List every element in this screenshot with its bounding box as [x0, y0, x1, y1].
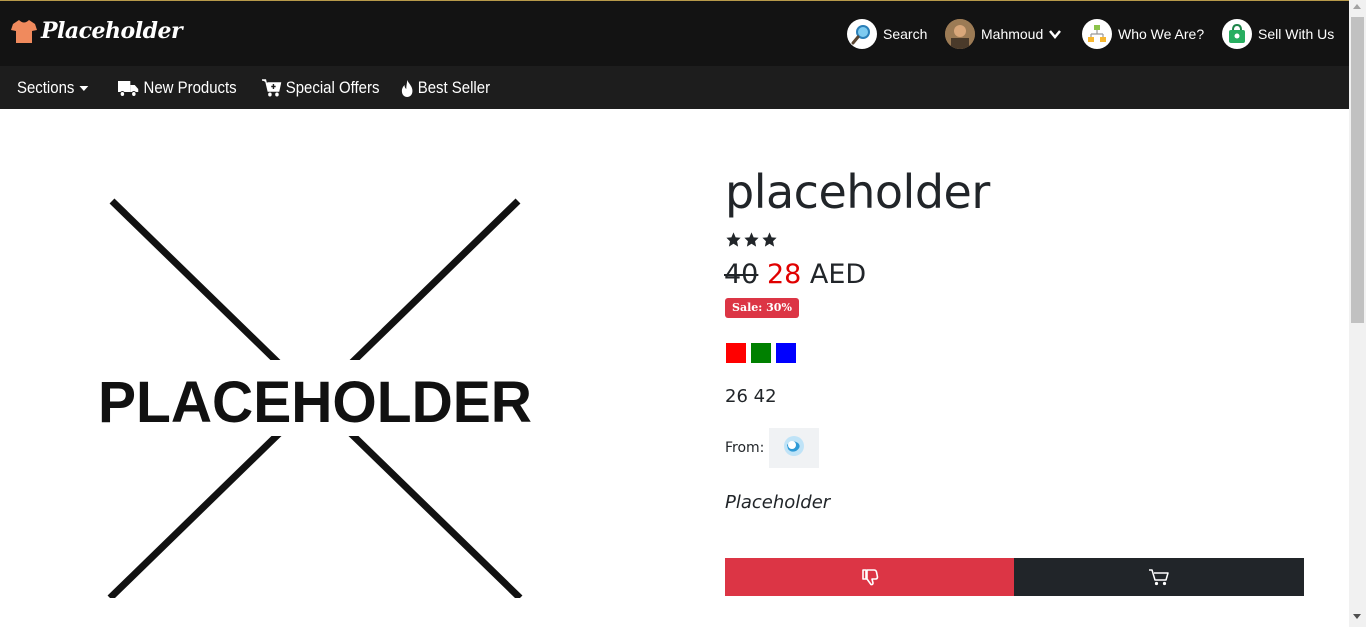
price: 40 28 AED [724, 259, 866, 290]
scroll-down-arrow-icon[interactable] [1353, 614, 1361, 619]
search-label: Search [883, 26, 928, 42]
sell-with-us-label: Sell With Us [1258, 26, 1335, 42]
vendor-info: From: [725, 428, 820, 468]
dislike-button[interactable] [725, 558, 1014, 596]
search-icon [847, 19, 877, 49]
star-icon [762, 232, 777, 247]
vertical-scrollbar[interactable] [1349, 0, 1366, 627]
search-link[interactable]: Search [847, 18, 927, 50]
who-we-are-link[interactable]: Who We Are? [1082, 18, 1204, 50]
brand-name: Placeholder [41, 18, 183, 44]
caret-down-icon [79, 85, 89, 91]
sale-price: 28 [766, 259, 802, 290]
who-we-are-label: Who We Are? [1118, 26, 1205, 42]
vendor-logo[interactable] [769, 428, 820, 468]
scroll-thumb[interactable] [1351, 17, 1364, 323]
nav-sections-label: Sections [17, 77, 75, 97]
size-options: 26 42 [725, 386, 777, 407]
from-label: From: [725, 440, 765, 456]
nav-new-products[interactable]: New Products [118, 66, 237, 109]
old-price: 40 [724, 259, 759, 290]
nav-best-seller-label: Best Seller [417, 77, 491, 97]
fire-icon [401, 79, 413, 97]
product-title: placeholder [725, 165, 990, 219]
star-icon [726, 232, 741, 247]
product-image-text: PLACEHOLDER [98, 370, 532, 435]
thumbs-down-icon [861, 569, 878, 586]
shirt-icon [11, 20, 37, 43]
nav-special-offers[interactable]: Special Offers [262, 66, 379, 109]
color-swatch-red[interactable] [726, 343, 746, 363]
sell-with-us-link[interactable]: Sell With Us [1222, 18, 1334, 50]
truck-icon [118, 80, 139, 97]
add-to-cart-button[interactable] [1014, 558, 1304, 596]
scroll-up-arrow-icon[interactable] [1353, 4, 1361, 9]
brand-logo[interactable]: Placeholder [10, 17, 183, 45]
shopping-bag-icon [1222, 19, 1252, 49]
user-menu[interactable]: Mahmoud [945, 18, 1062, 50]
chevron-down-icon [1049, 30, 1062, 39]
org-chart-icon [1082, 19, 1112, 49]
avatar [945, 19, 975, 49]
rating-stars [725, 231, 778, 248]
nav-sections[interactable]: Sections [17, 66, 89, 109]
user-name: Mahmoud [981, 26, 1044, 42]
product-image: PLACEHOLDER [90, 198, 540, 598]
top-header: Placeholder Search Mahmoud Who We Are? S… [0, 0, 1349, 66]
nav-best-seller[interactable]: Best Seller [401, 66, 490, 109]
product-description: Placeholder [725, 492, 831, 513]
color-swatch-green[interactable] [751, 343, 771, 363]
color-swatch-blue[interactable] [776, 343, 796, 363]
star-icon [744, 232, 759, 247]
nav-special-offers-label: Special Offers [285, 77, 380, 97]
sale-badge: Sale: 30% [725, 298, 799, 318]
cart-icon [1149, 569, 1169, 586]
cart-plus-icon [262, 78, 282, 96]
main-navigation: Sections New Products Special Offers Bes… [0, 66, 1349, 109]
nav-new-products-label: New Products [143, 77, 237, 97]
currency: AED [809, 259, 867, 290]
color-options [726, 343, 796, 363]
